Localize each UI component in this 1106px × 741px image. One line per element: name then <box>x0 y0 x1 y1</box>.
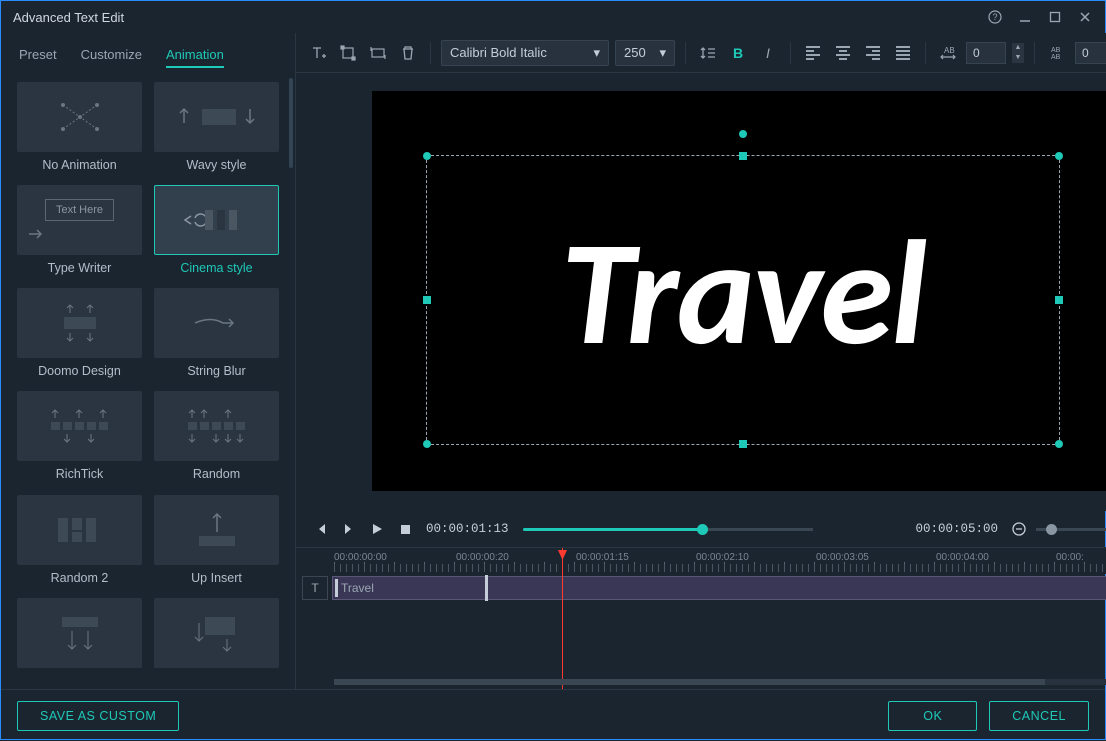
clip-marker[interactable] <box>485 575 488 601</box>
zoom-slider[interactable] <box>1036 528 1106 531</box>
align-right-icon[interactable] <box>861 41 885 65</box>
anim-item-richtick[interactable]: RichTick <box>17 391 142 486</box>
preview-text[interactable]: Travel <box>427 202 1059 383</box>
anim-item-upinsert[interactable]: Up Insert <box>154 495 279 590</box>
close-icon[interactable] <box>1077 9 1093 25</box>
char-spacing-icon[interactable]: AB <box>936 41 960 65</box>
handle-bl[interactable] <box>423 440 431 448</box>
font-select[interactable]: Calibri Bold Italic ▾ <box>441 40 609 66</box>
animation-grid: No Animation Wavy style Text Here Type W… <box>1 78 295 689</box>
handle-tr[interactable] <box>1055 152 1063 160</box>
anim-item-extra2[interactable] <box>154 598 279 679</box>
delete-icon[interactable] <box>396 41 420 65</box>
selection-box[interactable]: Travel <box>426 155 1060 445</box>
play-icon[interactable] <box>370 522 384 536</box>
help-icon[interactable]: ? <box>987 9 1003 25</box>
spacing-down[interactable]: ▼ <box>1012 53 1024 63</box>
maximize-icon[interactable] <box>1047 9 1063 25</box>
timeline-clip[interactable]: Travel <box>332 576 1106 600</box>
svg-text:?: ? <box>992 12 997 22</box>
char-spacing-input[interactable] <box>966 42 1006 64</box>
window-title: Advanced Text Edit <box>13 10 124 25</box>
cancel-button[interactable]: CANCEL <box>989 701 1089 731</box>
stop-icon[interactable] <box>398 522 412 536</box>
tab-animation[interactable]: Animation <box>166 47 224 68</box>
handle-tm[interactable] <box>739 152 747 160</box>
clip-grip-left[interactable] <box>335 579 338 597</box>
tab-customize[interactable]: Customize <box>81 47 142 68</box>
save-as-custom-button[interactable]: SAVE AS CUSTOM <box>17 701 179 731</box>
align-justify-icon[interactable] <box>891 41 915 65</box>
line-height-icon[interactable] <box>696 41 720 65</box>
step-forward-icon[interactable] <box>342 522 356 536</box>
minimize-icon[interactable] <box>1017 9 1033 25</box>
text-track-icon: T <box>302 576 328 600</box>
font-size-select[interactable]: 250 ▾ <box>615 40 675 66</box>
add-text-icon[interactable] <box>306 41 330 65</box>
align-center-icon[interactable] <box>831 41 855 65</box>
timeline-ruler[interactable]: 00:00:00:00 00:00:00:20 00:00:01:15 00:0… <box>296 548 1106 574</box>
anim-item-stringblur[interactable]: String Blur <box>154 288 279 383</box>
bold-button[interactable]: B <box>726 41 750 65</box>
playhead[interactable] <box>562 548 563 689</box>
ok-button[interactable]: OK <box>888 701 977 731</box>
handle-tl[interactable] <box>423 152 431 160</box>
preview-canvas[interactable]: Travel <box>372 91 1106 491</box>
anim-item-doomo[interactable]: Doomo Design <box>17 288 142 383</box>
text-box-icon[interactable] <box>366 41 390 65</box>
total-time: 00:00:05:00 <box>915 522 998 536</box>
step-back-icon[interactable] <box>314 522 328 536</box>
chevron-down-icon: ▾ <box>593 45 600 61</box>
anim-item-wavy[interactable]: Wavy style <box>154 82 279 177</box>
align-left-icon[interactable] <box>801 41 825 65</box>
line-spacing-input[interactable] <box>1075 42 1106 64</box>
anim-item-cinema[interactable]: Cinema style <box>154 185 279 280</box>
italic-button[interactable]: I <box>756 41 780 65</box>
rotate-handle[interactable] <box>739 130 747 138</box>
svg-text:AB: AB <box>944 46 955 55</box>
timeline-scrollbar[interactable] <box>334 679 1106 685</box>
anim-item-random[interactable]: Random <box>154 391 279 486</box>
svg-text:AB: AB <box>1051 47 1061 54</box>
transform-icon[interactable] <box>336 41 360 65</box>
zoom-out-icon[interactable] <box>1012 522 1026 536</box>
anim-item-none[interactable]: No Animation <box>17 82 142 177</box>
handle-bm[interactable] <box>739 440 747 448</box>
anim-item-random2[interactable]: Random 2 <box>17 495 142 590</box>
chevron-down-icon: ▾ <box>659 45 666 61</box>
svg-text:AB: AB <box>1051 54 1061 61</box>
current-time: 00:00:01:13 <box>426 522 509 536</box>
tab-preset[interactable]: Preset <box>19 47 57 68</box>
spacing-up[interactable]: ▲ <box>1012 43 1024 53</box>
anim-item-extra1[interactable] <box>17 598 142 679</box>
line-spacing-icon[interactable]: ABAB <box>1045 41 1069 65</box>
anim-item-typewriter[interactable]: Text Here Type Writer <box>17 185 142 280</box>
handle-br[interactable] <box>1055 440 1063 448</box>
playback-slider[interactable] <box>523 528 823 531</box>
